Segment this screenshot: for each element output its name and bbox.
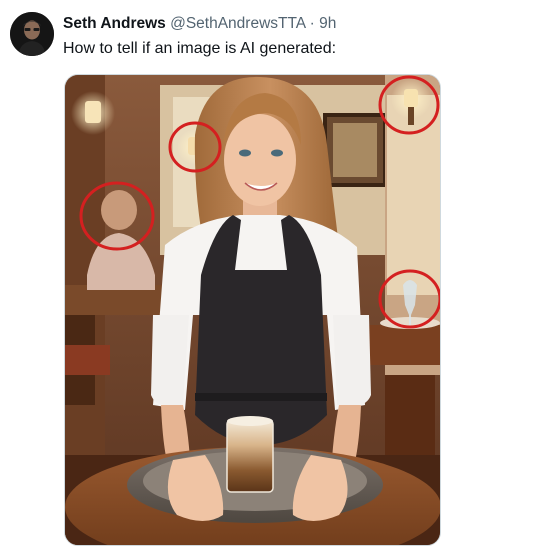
author-avatar[interactable] <box>10 12 54 56</box>
tweet[interactable]: Seth Andrews @SethAndrewsTTA · 9h How to… <box>0 0 533 557</box>
author-name[interactable]: Seth Andrews <box>63 15 166 32</box>
tweet-image[interactable] <box>64 74 441 546</box>
tweet-header: Seth Andrews @SethAndrewsTTA · 9h <box>63 14 336 34</box>
tweet-text: How to tell if an image is AI generated: <box>63 40 337 57</box>
author-handle[interactable]: @SethAndrewsTTA <box>170 15 305 32</box>
header-separator: · <box>309 15 315 32</box>
tweet-timestamp[interactable]: 9h <box>319 15 336 32</box>
